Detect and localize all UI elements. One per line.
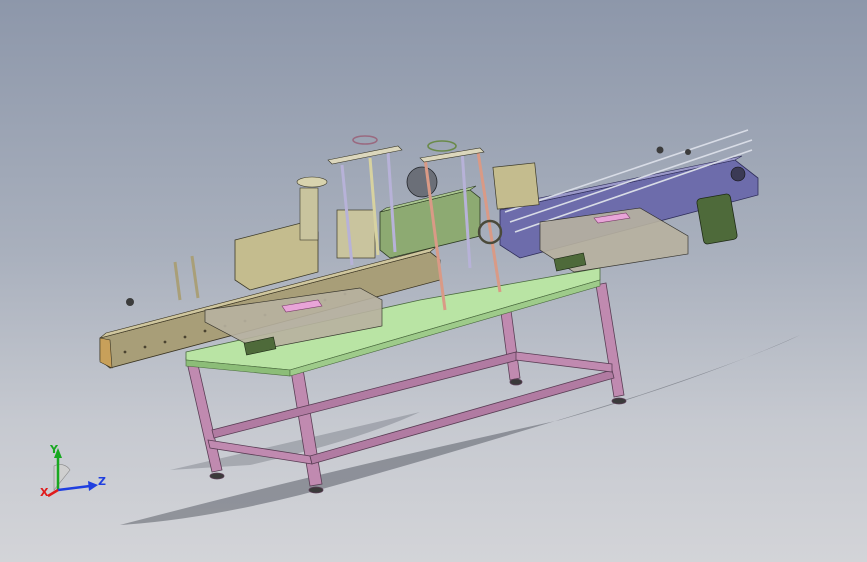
- foot-3: [611, 397, 627, 405]
- triad-z-label: Z: [98, 475, 106, 488]
- foot-2: [308, 486, 324, 494]
- z-axis-arrow: [57, 484, 91, 492]
- foot-4: [509, 378, 523, 386]
- foot-1: [209, 472, 225, 480]
- labeling-machine-model: [99, 129, 800, 525]
- triad-x-label: X: [40, 486, 49, 499]
- stretcher-side: [515, 351, 613, 373]
- leg-front-left: [185, 355, 223, 473]
- rail-end-cap: [99, 337, 113, 369]
- triad-y-label: Y: [50, 443, 58, 456]
- cad-viewport[interactable]: Y Z X: [0, 0, 867, 562]
- conveyor-end-roller: [730, 166, 746, 182]
- leg-back-mid: [499, 302, 521, 381]
- x-axis-arrow: [47, 488, 59, 498]
- leg-front-right: [289, 362, 323, 487]
- center-motor: [406, 166, 438, 198]
- handwheel-right: [427, 140, 457, 152]
- orientation-triad: [47, 448, 98, 498]
- handwheel-left: [352, 135, 378, 145]
